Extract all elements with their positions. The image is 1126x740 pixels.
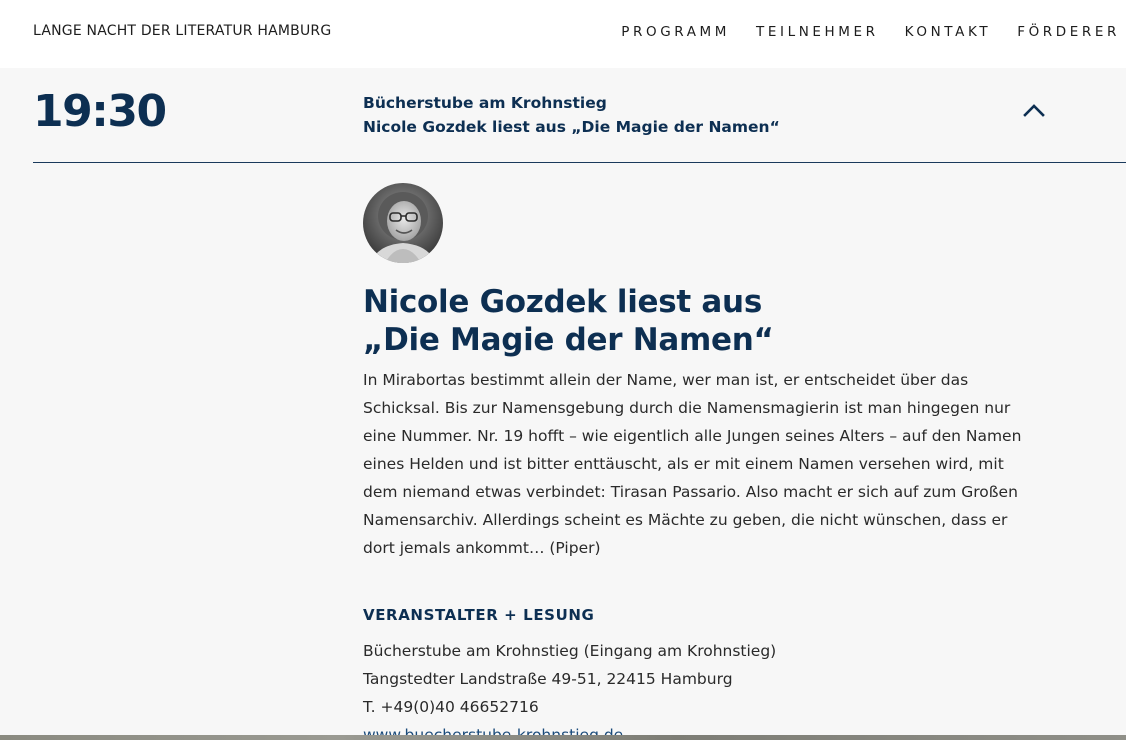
event-detail: Nicole Gozdek liest aus „Die Magie der N… [363,183,1033,740]
venue-name: Bücherstube am Krohnstieg (Eingang am Kr… [363,642,777,660]
page: LANGE NACHT DER LITERATUR HAMBURG PROGRA… [0,0,1126,740]
collapse-button[interactable] [1019,96,1049,126]
event-description: In Mirabortas bestimmt allein der Name, … [363,371,1022,557]
venue-phone: T. +49(0)40 46652716 [363,698,539,716]
nav-teilnehmer[interactable]: TEILNEHMER [756,24,879,40]
nav-kontakt[interactable]: KONTAKT [905,24,992,40]
event-title: Nicole Gozdek liest aus „Die Magie der N… [363,283,1033,359]
organizer-heading: VERANSTALTER + LESUNG [363,606,595,624]
event-accordion-header[interactable]: 19:30 Bücherstube am Krohnstieg Nicole G… [33,68,1126,163]
author-avatar [363,183,443,263]
program-main: 19:30 Bücherstube am Krohnstieg Nicole G… [0,68,1126,740]
event-summary: Bücherstube am Krohnstieg Nicole Gozdek … [363,91,780,139]
bottom-image-strip [0,735,1126,740]
event-title-line1: Nicole Gozdek liest aus [363,284,762,320]
site-title-link[interactable]: LANGE NACHT DER LITERATUR HAMBURG [33,23,331,39]
nav-programm[interactable]: PROGRAMM [621,24,730,40]
venue-info: Bücherstube am Krohnstieg (Eingang am Kr… [363,637,1033,740]
main-nav: PROGRAMM TEILNEHMER KONTAKT FÖRDERER [621,24,1120,40]
chevron-up-icon [1023,104,1045,117]
site-header: LANGE NACHT DER LITERATUR HAMBURG PROGRA… [0,0,1126,68]
event-summary-venue: Bücherstube am Krohnstieg [363,94,607,112]
event-summary-reading: Nicole Gozdek liest aus „Die Magie der N… [363,118,780,136]
venue-address: Tangstedter Landstraße 49-51, 22415 Hamb… [363,670,733,688]
event-title-line2: „Die Magie der Namen“ [363,322,774,358]
event-time: 19:30 [33,86,167,137]
nav-foerderer[interactable]: FÖRDERER [1017,24,1120,40]
